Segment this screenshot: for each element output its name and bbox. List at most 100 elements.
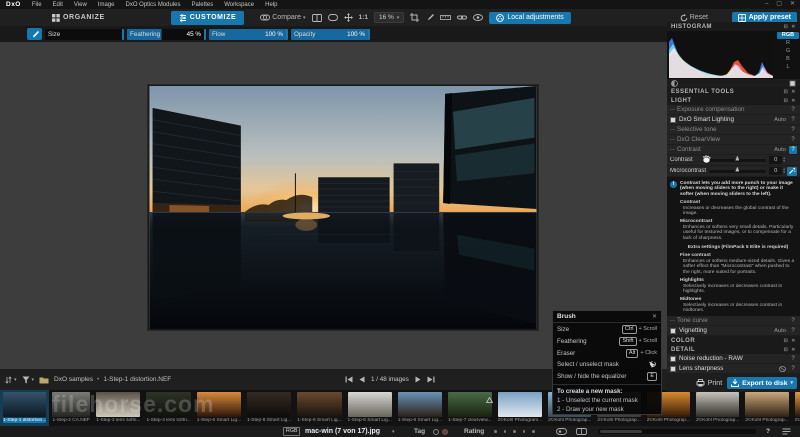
- menu-item-edit[interactable]: Edit: [53, 2, 63, 8]
- flow-slider[interactable]: Flow 100 %: [209, 29, 288, 40]
- detail-section-header[interactable]: DETAIL ⊡✕: [667, 345, 800, 354]
- size-slider[interactable]: Size: [45, 29, 124, 40]
- dock-icon[interactable]: ⊡: [784, 98, 789, 104]
- thumbnail-2-kohl-photogram[interactable]: 2©Kohl Photogram...: [495, 390, 546, 426]
- opacity-slider[interactable]: Opacity 100 %: [291, 29, 370, 40]
- thumbnail-image[interactable]: [795, 392, 800, 417]
- previous-image-icon[interactable]: [359, 376, 365, 383]
- tool-row-contrast[interactable]: —ContrastAuto?: [667, 145, 800, 155]
- help-icon[interactable]: ?: [789, 126, 797, 134]
- dock-icon[interactable]: ⊡: [784, 347, 789, 353]
- thumbnail-2-kohl-photograp[interactable]: 2©Kohl Photograp...: [792, 390, 800, 426]
- thumbnail-2-kohl-photograp[interactable]: 2©Kohl Photograp...: [693, 390, 742, 426]
- local-adjustments-button[interactable]: Local adjustments: [489, 12, 570, 24]
- help-button[interactable]: ?: [766, 428, 770, 435]
- export-to-disk-button[interactable]: Export to disk ▾: [727, 377, 797, 389]
- split-thumbnail-icon[interactable]: [576, 428, 587, 435]
- ratio-button[interactable]: 1:1: [359, 14, 368, 21]
- slider-value[interactable]: 0: [769, 167, 782, 175]
- help-icon[interactable]: ?: [789, 146, 797, 154]
- slider-marker-icon[interactable]: [735, 167, 739, 172]
- magic-wand-icon[interactable]: [787, 167, 797, 176]
- histogram-header[interactable]: HISTOGRAM ⊡✕: [667, 22, 800, 31]
- histogram-channel-r[interactable]: R: [777, 40, 799, 47]
- help-icon[interactable]: ?: [789, 136, 797, 144]
- compare-button[interactable]: Compare ▾: [260, 14, 305, 21]
- essential-tools-header[interactable]: ESSENTIAL TOOLS ⊡✕: [667, 87, 800, 96]
- menu-item-palettes[interactable]: Palettes: [192, 2, 214, 8]
- histogram-channel-rgb[interactable]: RGB: [777, 32, 799, 39]
- thumbnail-image[interactable]: [3, 392, 46, 417]
- menu-item-view[interactable]: View: [74, 2, 87, 8]
- image-canvas[interactable]: Brush ✕ SizeCtrl+ ScrollFeatheringShift+…: [0, 42, 667, 369]
- tool-row-dxo-clearview[interactable]: —DxO ClearView?: [667, 135, 800, 145]
- tool-row-tone-curve[interactable]: —Tone curve?: [667, 316, 800, 326]
- checkbox-icon[interactable]: [670, 356, 676, 362]
- first-image-icon[interactable]: [345, 376, 353, 383]
- histogram-channel-g[interactable]: G: [777, 48, 799, 55]
- move-icon[interactable]: [344, 13, 353, 22]
- close-icon[interactable]: ✕: [791, 338, 796, 344]
- light-section-header[interactable]: LIGHT ⊡✕: [667, 96, 800, 105]
- thumbnail-image[interactable]: [398, 392, 442, 417]
- list-menu-icon[interactable]: [782, 428, 791, 435]
- tag-filled-icon[interactable]: [442, 429, 448, 435]
- menu-item-file[interactable]: File: [32, 2, 42, 8]
- thumbnail-image[interactable]: [247, 392, 291, 417]
- menu-item-workspace[interactable]: Workspace: [224, 2, 254, 8]
- reset-button[interactable]: Reset: [680, 14, 708, 22]
- thumbnail-image[interactable]: [197, 392, 241, 417]
- checkbox-icon[interactable]: [670, 328, 676, 334]
- thumbnail-image[interactable]: [696, 392, 739, 417]
- histogram-channel-b[interactable]: B: [777, 56, 799, 63]
- thumbnail-image[interactable]: [52, 392, 90, 417]
- thumbnail-1-step-4-lens-softn[interactable]: 1-Step-4 lens softn...: [143, 390, 193, 426]
- brush-tool-icon[interactable]: [425, 13, 434, 22]
- close-icon[interactable]: ✕: [791, 98, 796, 104]
- maximize-icon[interactable]: ▢: [776, 0, 782, 9]
- tab-organize[interactable]: ORGANIZE: [44, 11, 113, 25]
- current-file-name[interactable]: 1-Step-1 distortion.NEF: [103, 376, 171, 383]
- thumbnail-1-step-6-smart-lig[interactable]: 1-Step-6 Smart Lig...: [194, 390, 244, 426]
- stepper-icon[interactable]: ▴▾: [783, 157, 785, 163]
- last-image-icon[interactable]: [427, 376, 435, 383]
- crop-icon[interactable]: [410, 13, 419, 22]
- thumbnail-1-step-6-smart-lig[interactable]: 1-Step-6 Smart Lig...: [395, 390, 445, 426]
- thumbnail-1-step-3-lens-softn[interactable]: 1-Step-3 lens softn...: [93, 390, 143, 426]
- shadow-clipping-icon[interactable]: [671, 80, 678, 87]
- checkbox-icon[interactable]: [670, 117, 676, 123]
- close-icon[interactable]: ✕: [791, 347, 796, 353]
- help-icon[interactable]: ?: [789, 327, 797, 335]
- photo-preview[interactable]: [148, 85, 538, 330]
- help-icon[interactable]: ?: [789, 116, 797, 124]
- print-button[interactable]: Print: [696, 379, 722, 387]
- brush-tool-button[interactable]: [27, 28, 42, 40]
- folder-name[interactable]: DxO samples: [54, 376, 93, 383]
- split-view-icon[interactable]: [312, 14, 322, 22]
- minimize-icon[interactable]: –: [765, 0, 768, 9]
- thumbnail-image[interactable]: [498, 392, 543, 417]
- thumbnail-2-kohl-photograp[interactable]: 2©Kohl Photograp...: [742, 390, 791, 426]
- thumbnail-1-step-2-ca-nef[interactable]: 1-Step-2 CA.NEF: [49, 390, 93, 426]
- highlight-clipping-icon[interactable]: [789, 80, 796, 87]
- help-icon[interactable]: ?: [789, 365, 797, 373]
- tool-row-noise-reduction-raw[interactable]: Noise reduction - RAW?: [667, 354, 800, 364]
- help-icon[interactable]: ?: [789, 106, 797, 114]
- chevron-down-icon[interactable]: ▾: [392, 429, 395, 435]
- thumbnail-image[interactable]: [297, 392, 341, 417]
- thumbnail-image[interactable]: [146, 392, 190, 417]
- scrollbar-thumb[interactable]: [600, 430, 642, 433]
- tool-row-selective-tone[interactable]: —Selective tone?: [667, 125, 800, 135]
- feathering-slider[interactable]: Feathering 45 %: [127, 29, 206, 40]
- tool-row-lens-sharpness[interactable]: Lens sharpness?: [667, 364, 800, 374]
- brush-panel-header[interactable]: Brush ✕: [553, 311, 661, 323]
- help-icon[interactable]: ?: [789, 355, 797, 363]
- zoom-select[interactable]: 16 % ▾: [374, 12, 404, 23]
- color-section-header[interactable]: COLOR ⊡✕: [667, 336, 800, 345]
- sort-button[interactable]: ▾: [5, 376, 17, 384]
- thumbnail-image[interactable]: [348, 392, 392, 417]
- dock-icon[interactable]: ⊡: [784, 89, 789, 95]
- close-icon[interactable]: ✕: [790, 0, 795, 9]
- close-icon[interactable]: ✕: [791, 89, 796, 95]
- menu-item-help[interactable]: Help: [265, 2, 277, 8]
